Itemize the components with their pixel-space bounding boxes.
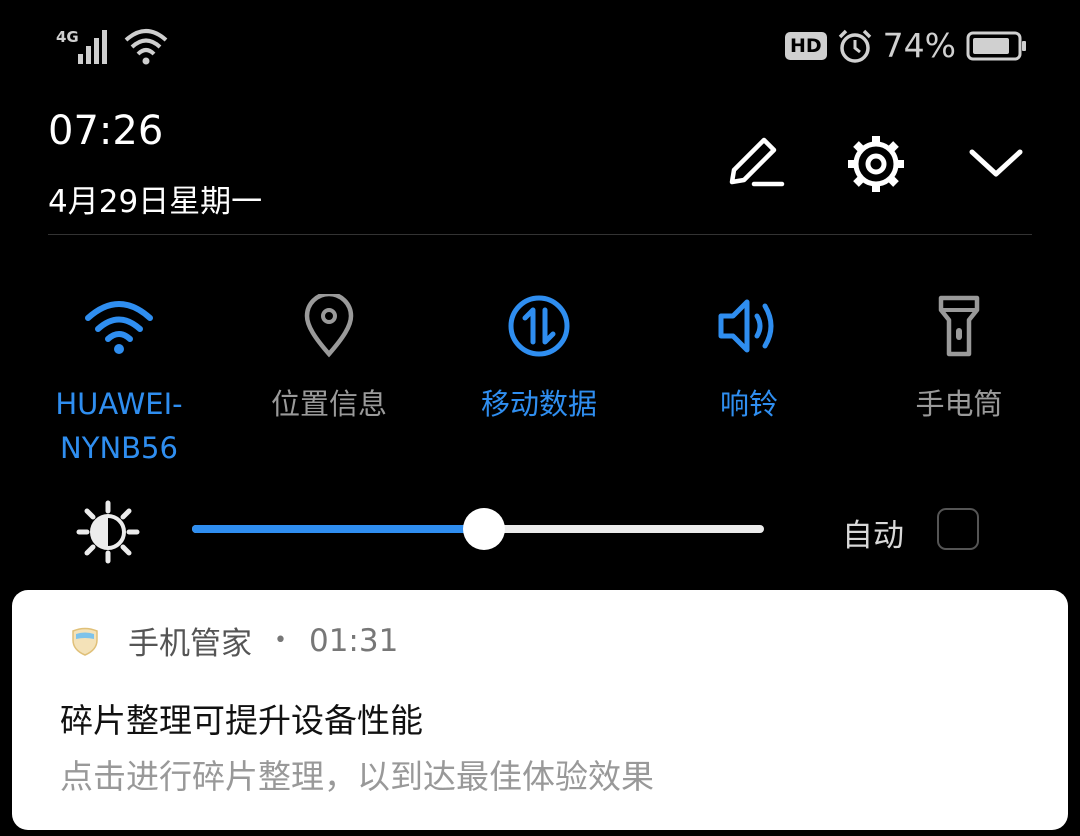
- slider-fill: [192, 525, 484, 533]
- signal-icon: 4G: [56, 28, 107, 64]
- notification-header: 手机管家 • 01:31: [70, 618, 398, 663]
- flashlight-icon: [938, 295, 980, 357]
- mobile-data-icon: [508, 295, 570, 357]
- edit-icon: [729, 137, 785, 187]
- notification-body: 点击进行碎片整理，以到达最佳体验效果: [60, 757, 654, 796]
- tile-wifi[interactable]: HUAWEI- NYNB56: [19, 290, 219, 470]
- header-divider: [48, 234, 1032, 235]
- tile-sound-label: 响铃: [719, 387, 778, 421]
- tile-flashlight[interactable]: 手电筒: [859, 290, 1059, 426]
- edit-button[interactable]: [724, 132, 788, 196]
- brightness-icon: [76, 500, 140, 564]
- date-label: 4月29日星期一: [48, 184, 263, 220]
- clock-time: 07:26: [48, 108, 164, 154]
- status-bar: 4G HD 74%: [0, 20, 1080, 72]
- notification-app-name: 手机管家: [128, 626, 252, 662]
- tile-mobile-data-label: 移动数据: [480, 387, 597, 421]
- wifi-icon: [85, 301, 153, 354]
- slider-knob[interactable]: [462, 508, 505, 550]
- battery-icon: [966, 31, 1026, 60]
- notification-title: 碎片整理可提升设备性能: [60, 701, 423, 740]
- notification-card[interactable]: 手机管家 • 01:31 碎片整理可提升设备性能 点击进行碎片整理，以到达最佳体…: [12, 590, 1068, 830]
- wifi-icon: [124, 29, 168, 65]
- notification-time: 01:31: [308, 622, 399, 659]
- hd-badge: HD: [784, 31, 827, 60]
- auto-brightness-label: 自动: [842, 518, 904, 554]
- tile-flashlight-label: 手电筒: [915, 387, 1003, 421]
- tile-sound[interactable]: 响铃: [649, 290, 849, 426]
- chevron-down-icon: [969, 149, 1023, 177]
- location-pin-icon: [304, 294, 354, 358]
- speaker-icon: [718, 299, 774, 353]
- auto-brightness-checkbox[interactable]: [937, 508, 979, 550]
- alarm-icon: [838, 29, 871, 63]
- battery-percent: 74%: [882, 26, 956, 65]
- tile-location[interactable]: 位置信息: [229, 290, 429, 426]
- expand-button[interactable]: [964, 132, 1028, 196]
- settings-button[interactable]: [844, 132, 908, 196]
- brightness-slider[interactable]: [192, 508, 764, 550]
- tile-mobile-data[interactable]: 移动数据: [439, 290, 639, 426]
- phone-manager-app-icon: [72, 627, 98, 656]
- tile-location-label: 位置信息: [270, 387, 387, 421]
- notification-separator: •: [274, 628, 287, 653]
- tile-wifi-label: HUAWEI- NYNB56: [55, 387, 183, 465]
- network-type-label: 4G: [56, 28, 79, 46]
- settings-icon: [848, 136, 904, 192]
